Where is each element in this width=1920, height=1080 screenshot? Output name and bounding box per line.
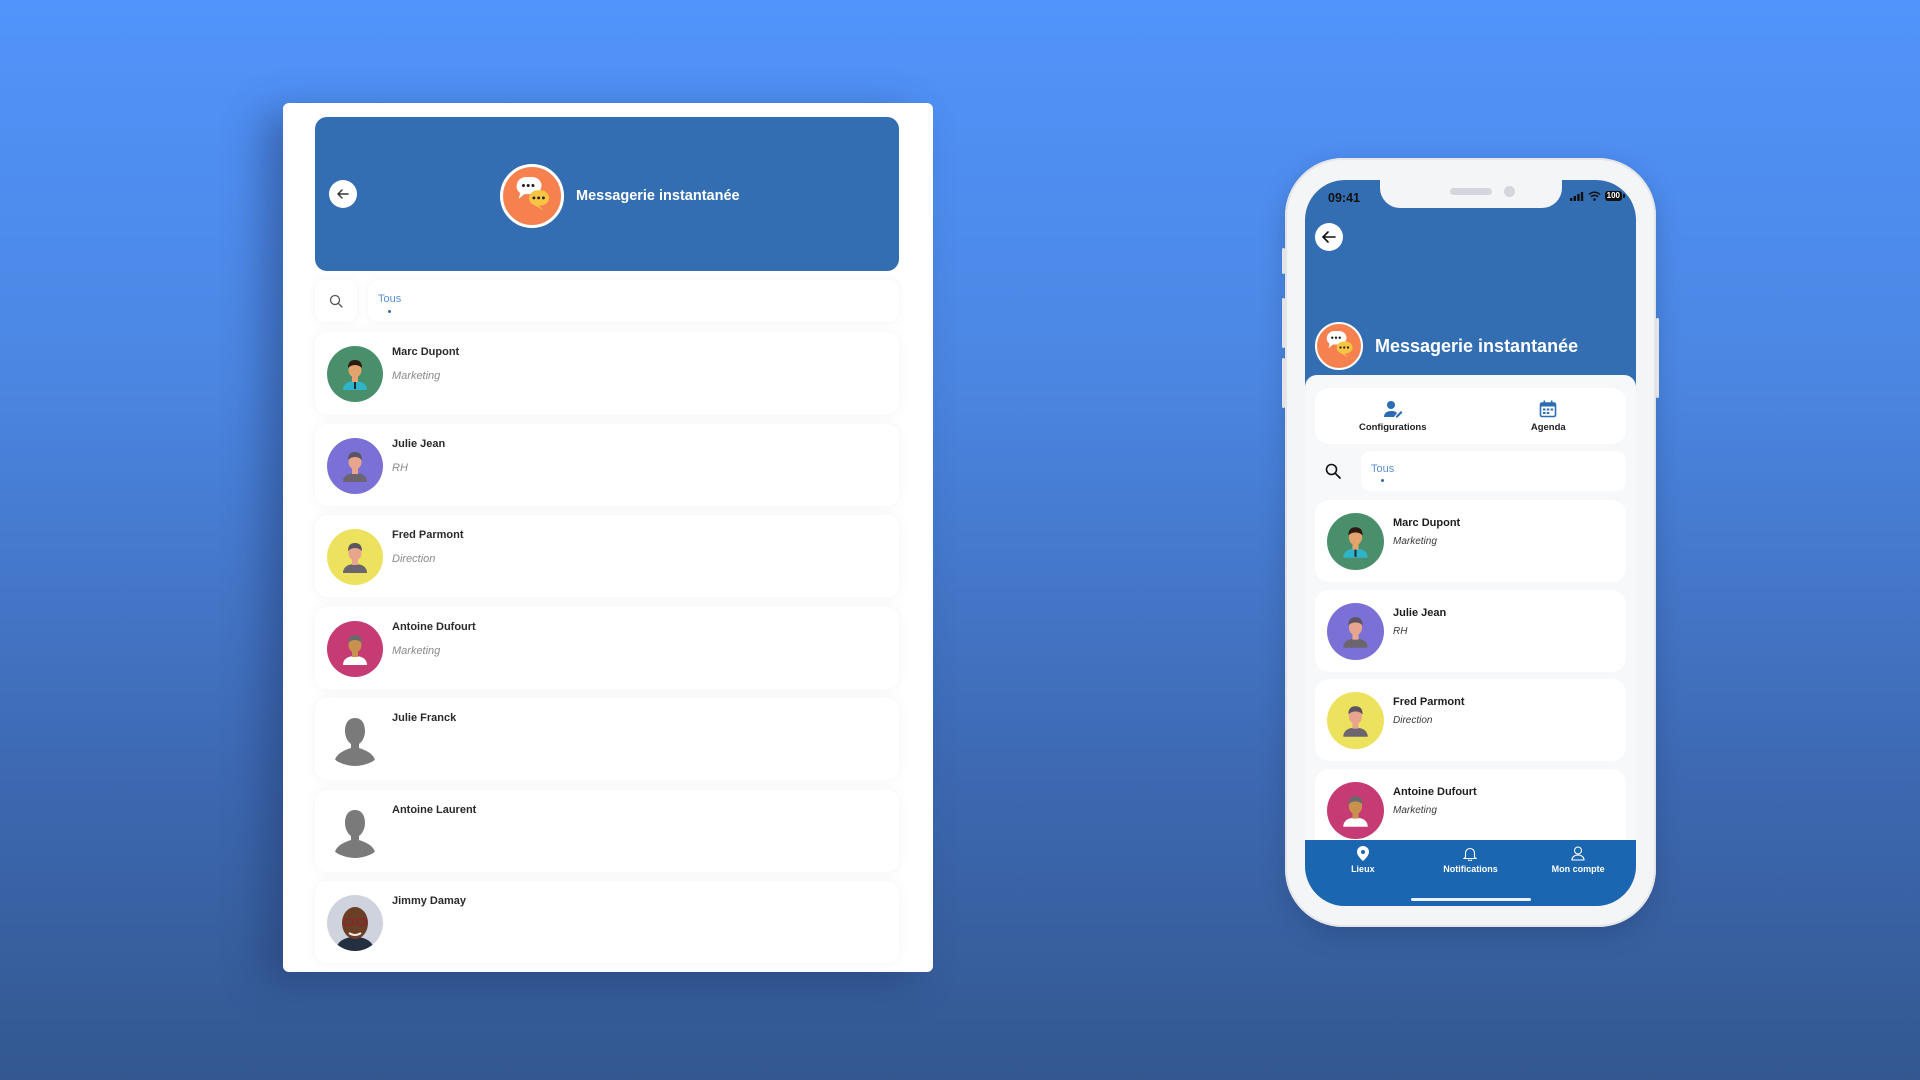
contact-name: Antoine Laurent <box>392 803 477 816</box>
wifi-icon <box>1588 191 1601 201</box>
avatar <box>327 529 383 585</box>
bottom-navigation: Lieux Notifications Mon compte <box>1305 840 1636 906</box>
contact-list: Marc Dupont Marketing Julie Jean RH Fred Par… <box>315 332 899 972</box>
contact-card[interactable]: Antoine Dufourt Marketing <box>1315 768 1626 851</box>
contact-card[interactable]: Julie Jean RH <box>315 423 899 506</box>
phone-screen: 09:41 100 Messagerie instantanée Configu… <box>1305 180 1636 906</box>
title-group: Messagerie instantanée <box>1315 322 1578 370</box>
home-indicator <box>1411 898 1531 901</box>
contact-name: Julie Jean <box>392 437 446 450</box>
user-edit-icon <box>1383 400 1403 417</box>
nav-mon-compte[interactable]: Mon compte <box>1528 840 1628 906</box>
status-icons: 100 <box>1569 191 1626 201</box>
back-button[interactable] <box>329 180 357 208</box>
contact-department: Marketing <box>392 644 441 657</box>
phone-notch <box>1380 180 1562 208</box>
nav-notifications[interactable]: Notifications <box>1420 840 1520 906</box>
chat-bubbles-icon <box>1315 322 1363 370</box>
avatar <box>327 346 383 402</box>
arrow-left-icon <box>1321 231 1336 243</box>
avatar <box>1327 513 1384 570</box>
bell-icon <box>1463 847 1478 861</box>
header-banner: Messagerie instantanée <box>315 117 899 271</box>
agenda-button[interactable]: Agenda <box>1488 400 1608 433</box>
contact-name: Antoine Dufourt <box>1393 785 1477 798</box>
page-title: Messagerie instantanée <box>576 188 740 204</box>
nav-lieux[interactable]: Lieux <box>1313 840 1413 906</box>
phone-mute-switch <box>1282 248 1285 274</box>
filter-tab-tous[interactable]: Tous <box>378 293 401 305</box>
front-camera <box>1504 186 1515 197</box>
content-panel: Configurations Agenda Tous Marc Dupont Ma… <box>1305 375 1636 906</box>
avatar <box>327 437 383 494</box>
contact-name: Julie Jean <box>1393 606 1447 619</box>
signal-bars-icon <box>1569 191 1583 201</box>
contact-department: Marketing <box>1393 536 1437 547</box>
configurations-button[interactable]: Configurations <box>1333 400 1453 433</box>
search-row: Tous <box>1315 451 1626 491</box>
contact-department: Marketing <box>392 370 441 382</box>
search-icon <box>329 294 343 308</box>
active-filter-indicator <box>388 310 391 313</box>
back-button[interactable] <box>1315 223 1343 251</box>
contact-name: Jimmy Damay <box>392 895 466 907</box>
battery-indicator: 100 <box>1604 191 1626 201</box>
filter-tab-tous[interactable]: Tous <box>1371 463 1394 475</box>
contact-name: Marc Dupont <box>1393 517 1461 529</box>
arrow-left-icon <box>337 189 349 199</box>
avatar <box>1327 602 1384 660</box>
search-row: Tous <box>315 280 899 322</box>
active-filter-indicator <box>1381 479 1384 482</box>
contact-card[interactable]: Jimmy Damay <box>315 881 899 963</box>
quick-actions: Configurations Agenda <box>1315 388 1626 444</box>
contact-name: Antoine Dufourt <box>392 620 476 633</box>
contact-name: Marc Dupont <box>392 346 460 358</box>
contact-department: RH <box>392 461 408 474</box>
page-title: Messagerie instantanée <box>1375 335 1579 356</box>
phone-frame: 09:41 100 Messagerie instantanée Configu… <box>1282 158 1659 927</box>
filter-bar: Tous <box>1361 451 1626 491</box>
search-button[interactable] <box>1315 451 1351 491</box>
calendar-icon <box>1539 400 1557 417</box>
contact-name: Fred Parmont <box>392 529 464 541</box>
contact-card[interactable]: Antoine Laurent <box>315 789 899 872</box>
contact-card[interactable]: Marc Dupont Marketing <box>1315 500 1626 582</box>
contact-department: Direction <box>392 553 436 565</box>
avatar <box>1327 692 1384 749</box>
contact-card[interactable]: Julie Jean RH <box>1315 589 1626 672</box>
contact-name: Fred Parmont <box>1393 696 1465 708</box>
filter-bar: Tous <box>368 280 899 322</box>
avatar <box>327 895 383 951</box>
contact-department: Marketing <box>1393 804 1437 816</box>
avatar <box>327 620 383 677</box>
contact-card[interactable]: Antoine Dufourt Marketing <box>315 606 899 689</box>
search-icon <box>1325 463 1341 479</box>
contact-department: Direction <box>1393 715 1433 726</box>
speaker <box>1450 188 1492 195</box>
contact-card[interactable]: Fred Parmont Direction <box>315 515 899 597</box>
contact-card[interactable]: Fred Parmont Direction <box>1315 679 1626 761</box>
phone-volume-down <box>1282 358 1285 408</box>
phone-power-button <box>1656 318 1659 398</box>
contact-card[interactable]: Marc Dupont Marketing <box>315 332 899 414</box>
user-icon <box>1571 846 1585 861</box>
contact-card[interactable]: Julie Franck <box>315 698 899 780</box>
status-time: 09:41 <box>1328 191 1360 205</box>
phone-volume-up <box>1282 298 1285 348</box>
title-group: Messagerie instantanée <box>500 164 740 228</box>
avatar <box>327 712 383 768</box>
avatar <box>1327 781 1384 839</box>
contact-department: RH <box>1393 625 1408 637</box>
search-button[interactable] <box>315 280 357 322</box>
contact-list: Marc Dupont Marketing Julie Jean RH Fred Par… <box>1315 500 1626 858</box>
chat-bubbles-icon <box>500 164 564 228</box>
map-pin-icon <box>1356 846 1369 861</box>
contact-name: Julie Franck <box>392 712 457 724</box>
web-app-panel: Messagerie instantanée Tous Marc Dupont M… <box>283 103 933 972</box>
avatar <box>327 803 383 860</box>
